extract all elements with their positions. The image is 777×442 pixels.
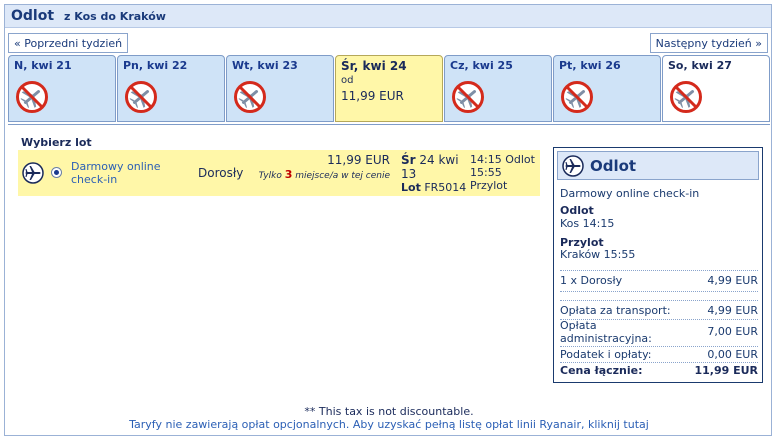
summary-tax-row: Podatek i opłaty: 0,00 EUR <box>560 348 758 361</box>
flight-times: 14:15 Odlot 15:55 Przylot <box>470 153 535 192</box>
tax-label: Podatek i opłaty: <box>560 348 652 361</box>
next-week-button[interactable]: Następny tydzień » <box>649 33 768 53</box>
flight-content: Wybierz lot Darmowy online check-in Doro… <box>8 124 770 436</box>
day-tab-label: So, kwi 27 <box>668 59 732 72</box>
summary-checkin: Darmowy online check-in <box>560 187 700 200</box>
panel-header: Odlot z Kos do Kraków <box>5 5 771 28</box>
day-tab-fri-26[interactable]: Pt, kwi 26 <box>553 55 661 122</box>
route-label: z Kos do Kraków <box>64 9 166 23</box>
no-flight-icon <box>233 80 267 114</box>
flight-day-rest: 24 kwi <box>415 153 459 167</box>
summary-fare-row: 1 x Dorosły 4,99 EUR <box>560 274 758 287</box>
fees-info-link[interactable]: Taryfy nie zawierają opłat opcjonalnych.… <box>8 418 770 431</box>
flight-row[interactable]: Darmowy online check-in Dorosły 11,99 EU… <box>18 150 540 196</box>
choose-flight-heading: Wybierz lot <box>21 136 92 149</box>
day-tab-mon-22[interactable]: Pn, kwi 22 <box>117 55 225 122</box>
summary-divider <box>560 346 758 347</box>
day-tabs: N, kwi 21 Pn, kwi 22 Wt, kwi 23 Śr, kwi … <box>8 55 770 122</box>
departure-time: 14:15 <box>470 153 502 166</box>
no-flight-icon <box>560 80 594 114</box>
flight-selection-panel: Odlot z Kos do Kraków « Poprzedni tydzie… <box>4 4 772 436</box>
flight-number-label: Lot <box>401 181 421 194</box>
no-flight-icon <box>124 80 158 114</box>
summary-title: Odlot <box>590 156 637 175</box>
tax-value: 0,00 EUR <box>707 348 758 361</box>
summary-admin-row: 7,00 EUR <box>560 325 758 338</box>
flight-number-value: FR5014 <box>420 181 467 194</box>
passenger-type: Dorosły <box>198 166 244 180</box>
day-tab-label: Pn, kwi 22 <box>123 59 188 72</box>
transport-label: Opłata za transport: <box>560 304 671 317</box>
seats-text: Tylko <box>258 171 285 181</box>
summary-header: Odlot <box>557 151 759 180</box>
total-label: Cena łącznie: <box>560 364 643 377</box>
summary-total-row: Cena łącznie: 11,99 EUR <box>560 364 758 377</box>
day-tab-label: Śr, kwi 24 <box>341 59 407 73</box>
day-tab-wed-24[interactable]: Śr, kwi 24 od 11,99 EUR <box>335 55 443 122</box>
from-label: od <box>341 75 354 86</box>
tax-note: ** This tax is not discountable. <box>304 405 474 418</box>
plane-icon <box>22 162 44 184</box>
flight-price: 11,99 EUR <box>327 153 390 167</box>
departure-label: Odlot <box>505 153 535 166</box>
summary-departure-label: Odlot <box>560 204 594 217</box>
day-tab-label: Cz, kwi 25 <box>450 59 513 72</box>
day-tab-label: Pt, kwi 26 <box>559 59 621 72</box>
plane-icon <box>562 155 584 177</box>
no-flight-icon <box>15 80 49 114</box>
summary-departure-detail: Kos 14:15 <box>560 217 615 230</box>
day-tab-label: N, kwi 21 <box>14 59 72 72</box>
summary-divider <box>560 362 758 363</box>
arrival-label: Przylot <box>470 179 508 192</box>
day-tab-tue-23[interactable]: Wt, kwi 23 <box>226 55 334 122</box>
transport-value: 4,99 EUR <box>707 304 758 317</box>
summary-divider <box>560 291 758 292</box>
flight-number: Lot FR5014 <box>401 181 466 194</box>
no-flight-icon <box>451 80 485 114</box>
seats-text: miejsce/a w tej cenie <box>292 171 390 181</box>
page-title: Odlot <box>11 8 55 24</box>
previous-week-button[interactable]: « Poprzedni tydzień <box>8 33 129 53</box>
no-flight-icon <box>669 80 703 114</box>
flight-radio[interactable] <box>51 167 62 178</box>
flight-day-num: 13 <box>401 167 417 181</box>
total-value: 11,99 EUR <box>694 364 758 377</box>
flight-day-abbr: Śr <box>401 153 416 167</box>
summary-arrival-detail: Kraków 15:55 <box>560 248 636 261</box>
day-tab-thu-25[interactable]: Cz, kwi 25 <box>444 55 552 122</box>
summary-divider <box>560 270 758 271</box>
online-checkin-link[interactable]: Darmowy online check-in <box>71 160 181 186</box>
fare-label: 1 x Dorosły <box>560 274 623 287</box>
fare-value: 4,99 EUR <box>707 274 758 287</box>
day-tab-label: Wt, kwi 23 <box>232 59 298 72</box>
admin-fee-value: 7,00 EUR <box>707 325 758 338</box>
arrival-time: 15:55 <box>470 166 502 179</box>
price-summary-box: Odlot Darmowy online check-in Odlot Kos … <box>553 147 763 383</box>
day-tab-sun-21[interactable]: N, kwi 21 <box>8 55 116 122</box>
seats-left-note: Tylko 3 miejsce/a w tej cenie <box>254 168 390 183</box>
day-price: 11,99 EUR <box>341 89 404 103</box>
summary-divider <box>560 300 758 301</box>
flight-date: Śr 24 kwi 13 <box>401 153 459 181</box>
day-tab-sat-27[interactable]: So, kwi 27 <box>662 55 770 122</box>
summary-transport-row: Opłata za transport: 4,99 EUR <box>560 304 758 317</box>
